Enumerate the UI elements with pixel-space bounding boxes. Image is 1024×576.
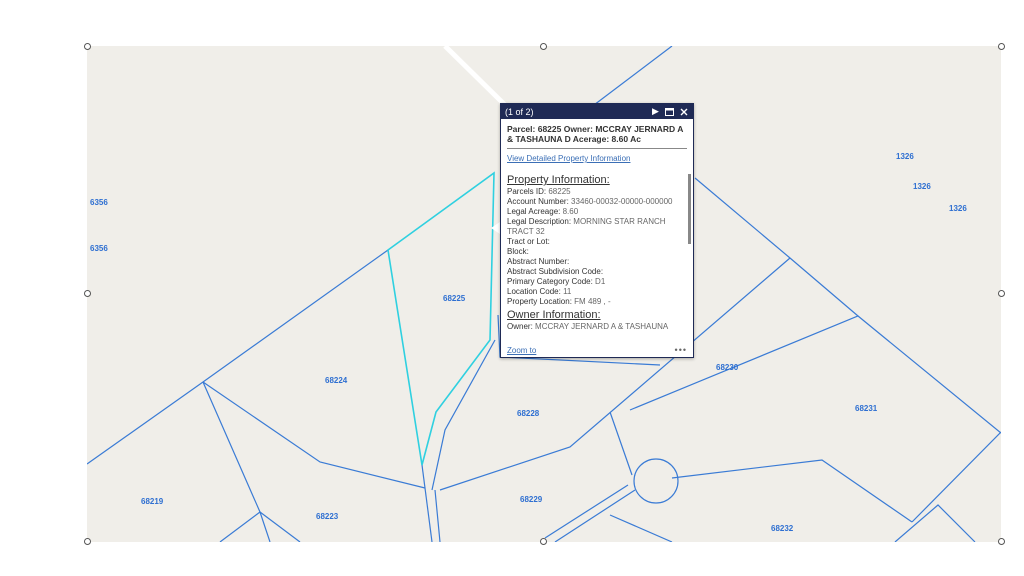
parcel-line (259, 511, 301, 542)
field-property-location: Property Location: FM 489 , - (507, 297, 611, 306)
parcel-line (894, 504, 976, 542)
field-location-code: Location Code: 11 (507, 287, 572, 296)
divider (507, 148, 687, 149)
parcel-line (421, 464, 433, 542)
parcel-label: 68225 (443, 294, 466, 303)
resize-handle-top-center[interactable] (540, 43, 547, 50)
parcel-label: 68224 (325, 376, 348, 385)
field-legal-acreage: Legal Acreage: 8.60 (507, 207, 579, 216)
parcel-line (671, 459, 913, 523)
parcel-line (609, 411, 633, 476)
selected-parcel-outline[interactable] (387, 171, 495, 466)
field-owner: Owner: MCCRAY JERNARD A & TASHAUNA (507, 322, 669, 331)
popup-scrollbar[interactable] (688, 174, 691, 244)
road (443, 46, 507, 107)
parcel-label: 6356 (90, 198, 108, 207)
resize-handle-middle-right[interactable] (998, 290, 1005, 297)
field-abstract-subdivision-code: Abstract Subdivision Code: (507, 267, 604, 276)
parcel-line (202, 381, 271, 542)
resize-handle-middle-left[interactable] (84, 290, 91, 297)
view-detailed-property-link[interactable]: View Detailed Property Information (507, 154, 630, 163)
cul-de-sac (633, 458, 679, 504)
resize-handle-bottom-right[interactable] (998, 538, 1005, 545)
field-tract-or-lot: Tract or Lot: (507, 237, 550, 246)
parcel-line (609, 514, 673, 542)
field-primary-category-code: Primary Category Code: D1 (507, 277, 606, 286)
maximize-icon[interactable] (664, 106, 675, 117)
owner-information-heading: Owner Information: (507, 309, 601, 321)
parcel-label: 1326 (913, 182, 931, 191)
popup-feature-count: (1 of 2) (505, 106, 534, 117)
parcel-label: 68232 (771, 524, 794, 533)
info-popup: (1 of 2) ▶ Parcel: 68225 Owner: MCCRAY J… (500, 103, 694, 358)
close-icon[interactable] (678, 106, 689, 117)
parcel-label: 1326 (896, 152, 914, 161)
popup-footer: Zoom to ••• (507, 344, 687, 356)
popup-header: (1 of 2) ▶ (501, 104, 693, 119)
popup-content[interactable]: Parcel: 68225 Owner: MCCRAY JERNARD A & … (501, 119, 693, 343)
resize-handle-top-right[interactable] (998, 43, 1005, 50)
parcel-line (219, 511, 261, 542)
parcel-line (544, 484, 629, 539)
parcel-label: 68223 (316, 512, 339, 521)
more-options-icon[interactable]: ••• (675, 345, 687, 355)
parcel-line (554, 489, 636, 542)
parcel-line (694, 177, 859, 317)
popup-pointer (491, 222, 500, 234)
parcel-line (431, 339, 496, 491)
resize-handle-bottom-center[interactable] (540, 538, 547, 545)
parcel-line (202, 381, 426, 489)
field-abstract-number: Abstract Number: (507, 257, 570, 266)
parcel-label: 68219 (141, 497, 164, 506)
parcel-label: 68228 (517, 409, 540, 418)
zoom-to-link[interactable]: Zoom to (507, 346, 675, 355)
parcel-line (911, 431, 1001, 523)
parcel-line (87, 249, 389, 465)
popup-title: Parcel: 68225 Owner: MCCRAY JERNARD A & … (507, 124, 684, 144)
parcel-label: 68230 (716, 363, 739, 372)
parcel-label: 68229 (520, 495, 543, 504)
field-account-number: Account Number: 33460-00032-00000-000000 (507, 197, 673, 206)
field-block: Block: (507, 247, 529, 256)
parcel-label: 6356 (90, 244, 108, 253)
property-information-heading: Property Information: (507, 174, 610, 186)
field-legal-description: Legal Description: MORNING STAR RANCH TR… (507, 217, 666, 236)
parcel-label: 68231 (855, 404, 878, 413)
parcel-line (434, 489, 441, 542)
next-icon[interactable]: ▶ (650, 106, 661, 117)
resize-handle-bottom-left[interactable] (84, 538, 91, 545)
field-parcels-id: Parcels ID: 68225 (507, 187, 571, 196)
parcel-line (589, 46, 673, 109)
resize-handle-top-left[interactable] (84, 43, 91, 50)
parcel-label: 1326 (949, 204, 967, 213)
